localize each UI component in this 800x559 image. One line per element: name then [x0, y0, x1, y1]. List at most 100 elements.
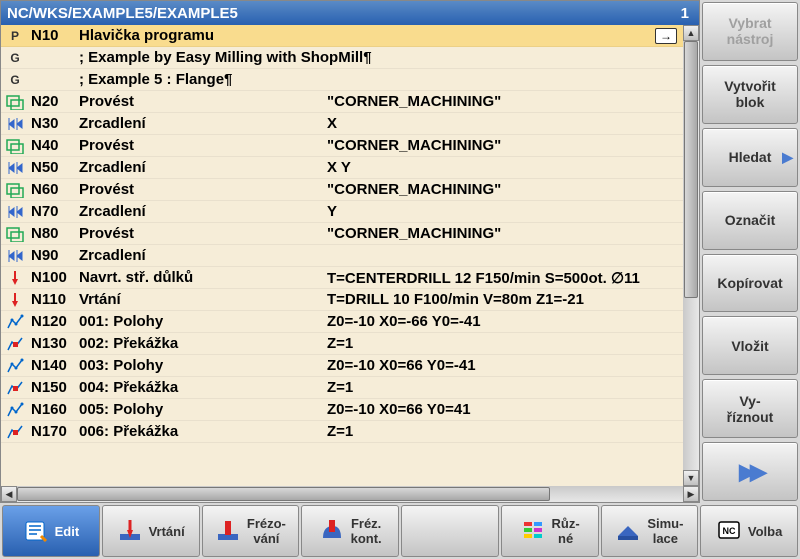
- title-number: 1: [681, 5, 693, 22]
- softkey-right-6[interactable]: Vy- říznout: [702, 379, 798, 438]
- program-row[interactable]: N170006: PřekážkaZ=1: [1, 421, 683, 443]
- row-icon: [1, 270, 29, 286]
- row-params: Z0=-10 X0=66 Y0=-41: [323, 357, 655, 374]
- row-name: Zrcadlení: [75, 203, 323, 220]
- row-number: N150: [29, 379, 75, 396]
- softkey-right-2[interactable]: Hledat▶: [702, 128, 798, 187]
- row-number: N90: [29, 247, 75, 264]
- row-number: N20: [29, 93, 75, 110]
- row-number: N80: [29, 225, 75, 242]
- row-params: Z=1: [323, 423, 655, 440]
- softkey-bottom-5[interactable]: Růz- né: [501, 505, 599, 557]
- svg-text:NC: NC: [722, 526, 735, 536]
- row-icon: [1, 204, 29, 220]
- nc-icon: NC: [716, 518, 742, 544]
- row-name: Provést: [75, 93, 323, 110]
- program-row[interactable]: G; Example by Easy Milling with ShopMill…: [1, 47, 683, 69]
- program-row[interactable]: N110VrtáníT=DRILL 10 F100/min V=80m Z1=-…: [1, 289, 683, 311]
- row-number: N140: [29, 357, 75, 374]
- row-icon: [1, 358, 29, 374]
- row-name: 001: Polohy: [75, 313, 323, 330]
- row-number: N50: [29, 159, 75, 176]
- row-params: Z0=-10 X0=66 Y0=41: [323, 401, 655, 418]
- program-row[interactable]: N20Provést"CORNER_MACHINING": [1, 91, 683, 113]
- scroll-thumb[interactable]: [684, 41, 698, 298]
- titlebar: NC/WKS/EXAMPLE5/EXAMPLE5 1: [1, 1, 699, 25]
- horizontal-scrollbar[interactable]: ◀ ▶: [1, 486, 699, 502]
- softkey-right-4[interactable]: Kopírovat: [702, 254, 798, 313]
- row-icon: [1, 94, 29, 110]
- row-icon: [1, 380, 29, 396]
- program-row[interactable]: N50ZrcadleníX Y: [1, 157, 683, 179]
- row-icon: G: [1, 73, 29, 87]
- row-params: Y: [323, 203, 655, 220]
- softkey-bottom-1[interactable]: Vrtání: [102, 505, 200, 557]
- row-icon: [1, 160, 29, 176]
- softkey-bottom-7[interactable]: NCVolba: [700, 505, 798, 557]
- softkey-bottom-6[interactable]: Simu- lace: [601, 505, 699, 557]
- program-row[interactable]: N100Navrt. stř. důlkůT=CENTERDRILL 12 F1…: [1, 267, 683, 289]
- softkey-bottom-4[interactable]: [401, 505, 499, 557]
- row-number: N60: [29, 181, 75, 198]
- program-row[interactable]: N80Provést"CORNER_MACHINING": [1, 223, 683, 245]
- softkey-right-7[interactable]: ▶▶: [702, 442, 798, 501]
- row-params: "CORNER_MACHINING": [323, 137, 655, 154]
- softkey-bottom-3[interactable]: Fréz. kont.: [301, 505, 399, 557]
- row-number: N30: [29, 115, 75, 132]
- row-number: N100: [29, 269, 75, 286]
- row-icon: P: [1, 29, 29, 43]
- softkey-bottom-2[interactable]: Frézo- vání: [202, 505, 300, 557]
- program-row[interactable]: N150004: PřekážkaZ=1: [1, 377, 683, 399]
- row-name: Vrtání: [75, 291, 323, 308]
- row-number: N120: [29, 313, 75, 330]
- row-params: "CORNER_MACHINING": [323, 225, 655, 242]
- row-name: Provést: [75, 181, 323, 198]
- mill-icon: [215, 518, 241, 544]
- sim-icon: [615, 518, 641, 544]
- program-rows[interactable]: PN10Hlavička programu→G; Example by Easy…: [1, 25, 683, 486]
- program-row[interactable]: N140003: PolohyZ0=-10 X0=66 Y0=-41: [1, 355, 683, 377]
- program-row[interactable]: N60Provést"CORNER_MACHINING": [1, 179, 683, 201]
- program-row[interactable]: N160005: PolohyZ0=-10 X0=66 Y0=41: [1, 399, 683, 421]
- row-number: N130: [29, 335, 75, 352]
- softkey-bottom-0[interactable]: Edit: [2, 505, 100, 557]
- scroll-right-button[interactable]: ▶: [683, 486, 699, 502]
- program-row[interactable]: N40Provést"CORNER_MACHINING": [1, 135, 683, 157]
- program-row[interactable]: N130002: PřekážkaZ=1: [1, 333, 683, 355]
- row-params: Z0=-10 X0=-66 Y0=-41: [323, 313, 655, 330]
- scroll-down-button[interactable]: ▼: [683, 470, 699, 486]
- edit-icon: [23, 518, 49, 544]
- row-number: N10: [29, 27, 75, 44]
- program-row[interactable]: N30ZrcadleníX: [1, 113, 683, 135]
- softkey-right-3[interactable]: Označit: [702, 191, 798, 250]
- program-row[interactable]: N70ZrcadleníY: [1, 201, 683, 223]
- row-name: 002: Překážka: [75, 335, 323, 352]
- row-icon: [1, 424, 29, 440]
- row-name: 004: Překážka: [75, 379, 323, 396]
- program-row[interactable]: G; Example 5 : Flange¶: [1, 69, 683, 91]
- program-row[interactable]: N120001: PolohyZ0=-10 X0=-66 Y0=-41: [1, 311, 683, 333]
- row-number: N70: [29, 203, 75, 220]
- row-params: "CORNER_MACHINING": [323, 181, 655, 198]
- program-row[interactable]: PN10Hlavička programu→: [1, 25, 683, 47]
- contour-icon: [319, 518, 345, 544]
- row-icon: [1, 248, 29, 264]
- program-row[interactable]: N90Zrcadlení: [1, 245, 683, 267]
- row-number: N170: [29, 423, 75, 440]
- vertical-scrollbar[interactable]: ▲ ▼: [683, 25, 699, 486]
- row-icon: [1, 292, 29, 308]
- row-name: 003: Polohy: [75, 357, 323, 374]
- row-icon: [1, 402, 29, 418]
- hscroll-thumb[interactable]: [17, 487, 550, 501]
- scroll-up-button[interactable]: ▲: [683, 25, 699, 41]
- row-icon: [1, 116, 29, 132]
- row-expand-button[interactable]: →: [655, 28, 677, 44]
- row-name: Provést: [75, 225, 323, 242]
- right-softkeys: Vybrat nástrojVytvořit blokHledat▶Označi…: [700, 0, 800, 503]
- softkey-right-1[interactable]: Vytvořit blok: [702, 65, 798, 124]
- row-name: 006: Překážka: [75, 423, 323, 440]
- scroll-left-button[interactable]: ◀: [1, 486, 17, 502]
- softkey-right-5[interactable]: Vložit: [702, 316, 798, 375]
- row-icon: [1, 182, 29, 198]
- row-name: Provést: [75, 137, 323, 154]
